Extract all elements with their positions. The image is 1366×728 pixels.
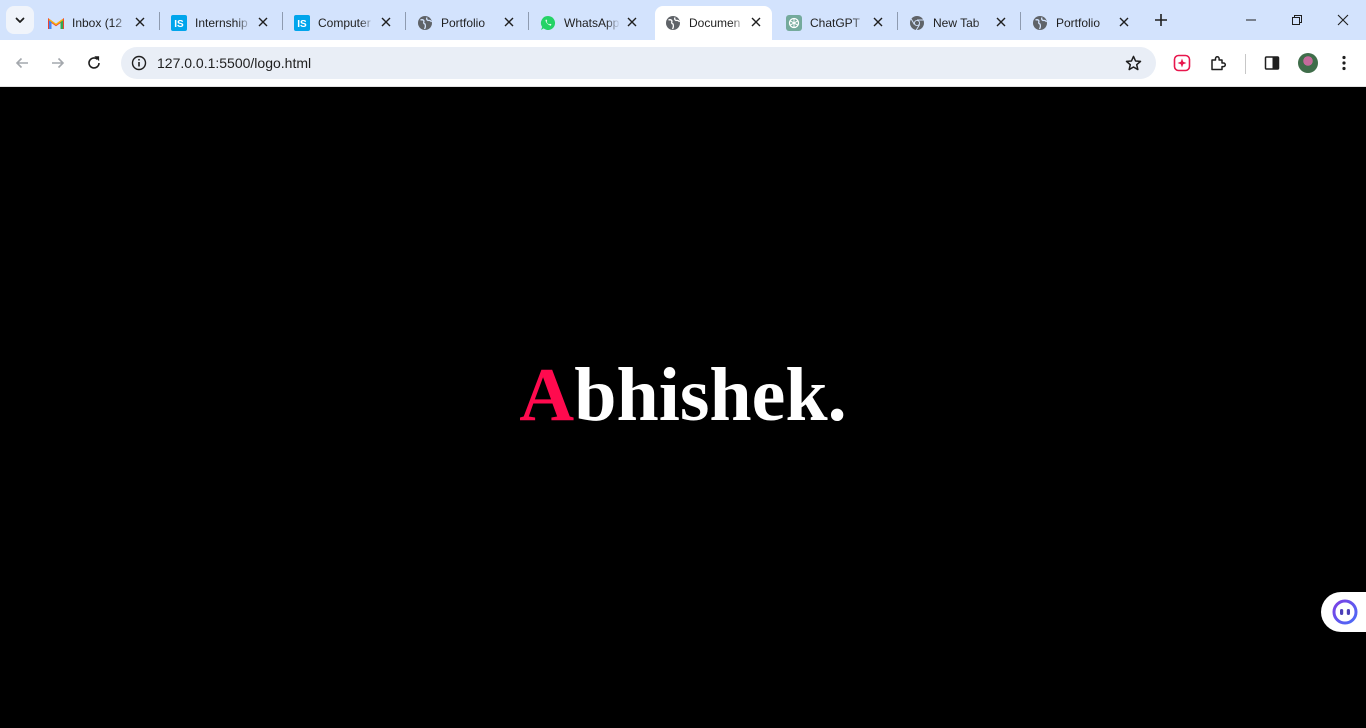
- assistant-face-icon: [1332, 599, 1358, 625]
- tab-whatsapp[interactable]: WhatsApp: [530, 6, 648, 40]
- back-button[interactable]: [8, 49, 36, 77]
- tab-chatgpt[interactable]: ChatGPT: [776, 6, 894, 40]
- toolbar-divider: [1245, 54, 1246, 74]
- tab-title: Portfolio: [441, 16, 486, 30]
- restore-button[interactable]: [1274, 0, 1320, 40]
- chevron-down-icon: [15, 17, 25, 23]
- extensions-menu-button[interactable]: [1204, 49, 1232, 77]
- close-icon: [1337, 14, 1349, 26]
- close-tab-icon[interactable]: [748, 14, 764, 30]
- svg-text:IS: IS: [297, 19, 307, 30]
- is-icon: IS: [171, 15, 187, 31]
- avatar: [1298, 53, 1318, 73]
- page-viewport: Abhishek.: [0, 87, 1366, 728]
- close-window-button[interactable]: [1320, 0, 1366, 40]
- tab-portfolio-2[interactable]: Portfolio: [1022, 6, 1140, 40]
- floating-assistant-button[interactable]: [1321, 592, 1366, 632]
- svg-text:IS: IS: [174, 19, 184, 30]
- tab-computer[interactable]: IS Computer: [284, 6, 402, 40]
- tab-title: Inbox (12: [72, 16, 123, 30]
- tab-title: ChatGPT: [810, 16, 861, 30]
- gmail-icon: [48, 15, 64, 31]
- close-tab-icon[interactable]: [501, 14, 517, 30]
- chatgpt-icon: [786, 15, 802, 31]
- puzzle-icon: [1211, 55, 1227, 71]
- chrome-icon: [909, 15, 925, 31]
- back-arrow-icon: [15, 57, 28, 69]
- tab-search-button[interactable]: [6, 6, 34, 34]
- address-bar[interactable]: 127.0.0.1:5500/logo.html: [121, 47, 1156, 79]
- whatsapp-icon: [540, 15, 556, 31]
- tab-internship[interactable]: IS Internship: [161, 6, 279, 40]
- tab-separator: [159, 12, 160, 30]
- tab-separator: [528, 12, 529, 30]
- new-tab-button[interactable]: [1149, 8, 1173, 32]
- tab-new-tab[interactable]: New Tab: [899, 6, 1017, 40]
- tab-title: Portfolio: [1056, 16, 1101, 30]
- is-icon: IS: [294, 15, 310, 31]
- close-tab-icon[interactable]: [378, 14, 394, 30]
- plus-icon: [1155, 14, 1167, 26]
- minimize-icon: [1246, 19, 1256, 21]
- close-tab-icon[interactable]: [255, 14, 271, 30]
- profile-button[interactable]: [1294, 49, 1322, 77]
- restore-icon: [1292, 15, 1302, 25]
- forward-button[interactable]: [44, 49, 72, 77]
- site-info-icon[interactable]: [127, 51, 151, 75]
- side-panel-button[interactable]: [1258, 49, 1286, 77]
- close-tab-icon[interactable]: [1116, 14, 1132, 30]
- minimize-button[interactable]: [1228, 0, 1274, 40]
- address-url[interactable]: 127.0.0.1:5500/logo.html: [157, 55, 311, 71]
- tab-separator: [897, 12, 898, 30]
- tab-separator: [1020, 12, 1021, 30]
- bookmark-star-icon[interactable]: [1122, 52, 1144, 74]
- tab-inbox[interactable]: Inbox (12: [38, 6, 156, 40]
- close-tab-icon[interactable]: [993, 14, 1009, 30]
- tab-title: Documen: [689, 16, 741, 30]
- tab-separator: [282, 12, 283, 30]
- tab-separator: [405, 12, 406, 30]
- reload-icon: [88, 56, 100, 69]
- close-tab-icon[interactable]: [624, 14, 640, 30]
- side-panel-icon: [1264, 56, 1280, 70]
- globe-icon: [417, 15, 433, 31]
- close-tab-icon[interactable]: [132, 14, 148, 30]
- reload-button[interactable]: [80, 49, 108, 77]
- logo-first-letter: A: [519, 353, 575, 437]
- tab-title: New Tab: [933, 16, 980, 30]
- tab-document-active[interactable]: Documen: [655, 6, 772, 40]
- globe-icon: [1032, 15, 1048, 31]
- tab-title: Computer: [318, 16, 371, 30]
- tab-strip: Inbox (12 IS Internship IS Computer Port…: [0, 0, 1366, 40]
- logo-text: Abhishek.: [0, 357, 1366, 433]
- logo-rest: bhishek.: [574, 353, 847, 437]
- extension-red-icon: [1173, 54, 1191, 72]
- close-tab-icon[interactable]: [870, 14, 886, 30]
- browser-toolbar: 127.0.0.1:5500/logo.html: [0, 40, 1366, 87]
- browser-menu-button[interactable]: [1330, 49, 1358, 77]
- tab-title: WhatsApp: [564, 16, 620, 30]
- globe-icon: [665, 15, 681, 31]
- extension-button[interactable]: [1168, 49, 1196, 77]
- tab-title: Internship: [195, 16, 248, 30]
- tab-portfolio[interactable]: Portfolio: [407, 6, 525, 40]
- kebab-menu-icon: [1342, 55, 1346, 71]
- forward-arrow-icon: [52, 57, 65, 69]
